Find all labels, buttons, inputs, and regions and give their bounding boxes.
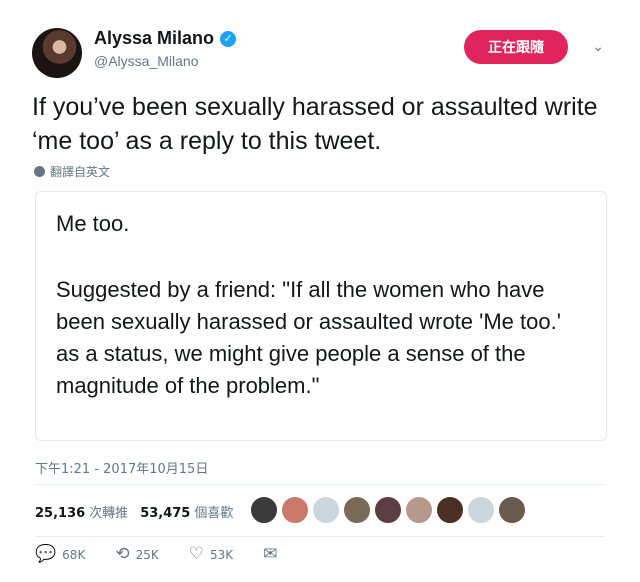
user-handle[interactable]: @Alyssa_Milano [94,53,198,69]
like-label: 個喜歡 [194,505,234,521]
liker-avatar[interactable] [436,496,464,524]
divider [35,484,605,485]
globe-icon [34,166,45,177]
like-count: 53,475 [140,505,191,521]
liker-avatar[interactable] [467,496,495,524]
liker-avatars [250,496,526,524]
display-name[interactable]: Alyssa Milano [94,28,214,49]
liker-avatar[interactable] [281,496,309,524]
chevron-down-icon[interactable]: ⌄ [592,38,604,55]
retweet-count: 25,136 [35,505,86,521]
like-action-count: 53K [209,547,234,562]
tweet-timestamp[interactable]: 下午1:21 - 2017年10月15日 [35,458,208,477]
retweet-stat[interactable]: 25,136 次轉推 [35,502,128,521]
liker-avatar[interactable] [498,496,526,524]
retweet-label: 次轉推 [89,505,129,521]
quote-body: Suggested by a friend: "If all the women… [56,277,561,398]
reply-count: 68K [62,547,86,562]
direct-message-button[interactable]: ✉ [263,546,277,563]
name-line: Alyssa Milano ✓ [94,28,237,49]
envelope-icon: ✉ [263,544,278,564]
translate-label: 翻譯自英文 [50,165,111,179]
following-button[interactable]: 正在跟隨 [464,30,568,64]
retweet-icon: ⟲ [115,544,130,564]
quote-first-line: Me too. [56,211,130,236]
avatar[interactable] [32,28,82,78]
retweet-button[interactable]: ⟲ 25K [115,546,158,563]
divider [35,536,605,537]
verified-badge-icon: ✓ [220,30,237,47]
tweet-header: Alyssa Milano ✓ @Alyssa_Milano 正在跟隨 ⌄ [32,22,612,78]
tweet-actions: 💬 68K ⟲ 25K ♡ 53K ✉ [35,546,277,563]
liker-avatar[interactable] [343,496,371,524]
engagement-stats: 25,136 次轉推 53,475 個喜歡 [35,493,233,529]
liker-avatar[interactable] [374,496,402,524]
heart-icon: ♡ [188,544,204,564]
quoted-card[interactable]: Me too. Suggested by a friend: "If all t… [35,191,607,441]
reply-icon: 💬 [35,544,57,564]
liker-avatar[interactable] [250,496,278,524]
tweet-text: If you’ve been sexually harassed or assa… [32,93,598,155]
like-stat[interactable]: 53,475 個喜歡 [140,502,233,521]
reply-button[interactable]: 💬 68K [35,546,85,563]
liker-avatar[interactable] [312,496,340,524]
retweet-action-count: 25K [135,547,159,562]
translate-link[interactable]: 翻譯自英文 [34,163,110,180]
like-button[interactable]: ♡ 53K [189,546,233,563]
liker-avatar[interactable] [405,496,433,524]
